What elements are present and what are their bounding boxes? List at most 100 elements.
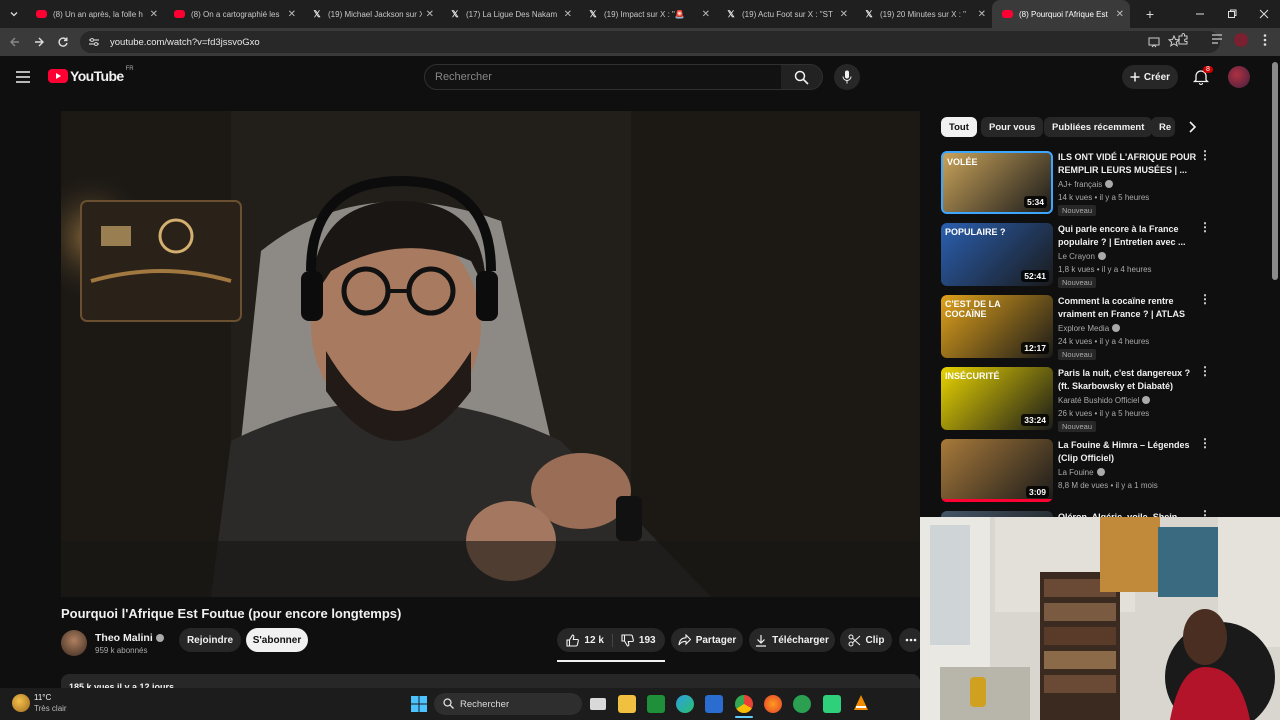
tab-close-icon[interactable]: ✕ — [150, 9, 158, 20]
related-video-channel[interactable]: Karaté Bushido Officiel — [1058, 396, 1151, 405]
tab-search-button[interactable] — [2, 2, 26, 26]
tab-close-icon[interactable]: ✕ — [564, 9, 572, 20]
file-explorer-icon[interactable] — [618, 695, 636, 713]
search-input[interactable]: Rechercher — [424, 64, 782, 90]
search-icon — [443, 698, 454, 709]
tab-close-icon[interactable]: ✕ — [978, 9, 986, 20]
streaming-app-icon[interactable] — [793, 695, 811, 713]
tab-close-icon[interactable]: ✕ — [288, 9, 296, 20]
browser-menu-icon[interactable] — [1262, 33, 1268, 52]
channel-name[interactable]: Theo Malini — [95, 632, 164, 644]
video-player[interactable] — [61, 111, 920, 597]
chip-partial[interactable]: Re — [1151, 117, 1175, 137]
video-thumbnail[interactable]: VOLÉE 5:34 — [941, 151, 1053, 214]
back-button[interactable] — [3, 30, 27, 54]
extensions-icon[interactable] — [1176, 32, 1190, 51]
related-video-title[interactable]: ILS ONT VIDÉ L'AFRIQUE POUR REMPLIR LEUR… — [1058, 151, 1198, 177]
weather-icon[interactable] — [12, 694, 30, 712]
new-badge: Nouveau — [1058, 277, 1097, 288]
country-code: FR — [125, 66, 134, 72]
subscribe-button[interactable]: S'abonner — [246, 628, 308, 652]
browser-tab[interactable]: 𝕏 (19) 20 Minutes sur X : " ✕ — [854, 0, 992, 28]
related-video-meta: 1,8 k vues • il y a 4 heures — [1058, 265, 1152, 274]
browser-tab[interactable]: 𝕏 (19) Michael Jackson sur X ✕ — [302, 0, 440, 28]
notifications-button[interactable]: 8 — [1192, 66, 1213, 90]
related-video-item[interactable]: INSÉCURITÉ 33:24 Paris la nuit, c'est dang… — [941, 365, 1216, 433]
chips-next-button[interactable] — [1185, 120, 1199, 139]
related-video-title[interactable]: Paris la nuit, c'est dangereux ? (ft. Sk… — [1058, 367, 1198, 393]
tab-close-icon[interactable]: ✕ — [702, 9, 710, 20]
forward-button[interactable] — [27, 30, 51, 54]
firefox-icon[interactable] — [764, 695, 782, 713]
reading-list-icon[interactable] — [1210, 32, 1224, 51]
browser-tab[interactable]: (8) Un an après, la folle h ✕ — [26, 0, 164, 28]
guide-menu-icon[interactable] — [16, 70, 30, 88]
related-video-item[interactable]: C'EST DE LA COCAÏNE 12:17 Comment la cocaï… — [941, 293, 1216, 361]
chip-all[interactable]: Tout — [941, 117, 977, 137]
channel-avatar[interactable] — [61, 630, 87, 656]
restore-button[interactable] — [1216, 2, 1248, 26]
more-vertical-icon[interactable]: ⋮ — [1199, 437, 1211, 449]
dislike-button[interactable]: 193 — [613, 633, 656, 647]
download-button[interactable]: Télécharger — [749, 628, 835, 652]
related-video-item[interactable]: VOLÉE 5:34 ILS ONT VIDÉ L'AFRIQUE POUR REM… — [941, 149, 1216, 217]
join-button[interactable]: Rejoindre — [179, 628, 241, 652]
logo-text: YouTube — [70, 68, 124, 84]
vlc-icon[interactable] — [852, 694, 870, 717]
android-app-icon[interactable] — [823, 695, 841, 713]
related-video-title[interactable]: Comment la cocaïne rentre vraiment en Fr… — [1058, 295, 1198, 321]
search-button[interactable] — [781, 64, 823, 90]
account-avatar[interactable] — [1228, 66, 1250, 88]
create-button[interactable]: Créer — [1122, 65, 1178, 89]
like-button[interactable]: 12 k — [566, 633, 613, 647]
related-video-channel[interactable]: La Fouine — [1058, 468, 1105, 477]
video-thumbnail[interactable]: C'EST DE LA COCAÏNE 12:17 — [941, 295, 1053, 358]
browser-tab[interactable]: 𝕏 (17) La Ligue Des Nakam ✕ — [440, 0, 578, 28]
browser-tab[interactable]: (8) Pourquoi l'Afrique Est ✕ — [992, 0, 1130, 28]
more-vertical-icon[interactable]: ⋮ — [1199, 221, 1211, 233]
start-button[interactable] — [411, 696, 427, 717]
x-icon: 𝕏 — [451, 8, 459, 19]
clip-button[interactable]: Clip — [840, 628, 892, 652]
more-vertical-icon[interactable]: ⋮ — [1199, 293, 1211, 305]
task-view-icon[interactable] — [590, 698, 606, 710]
chip-for-you[interactable]: Pour vous — [981, 117, 1044, 137]
video-thumbnail[interactable]: POPULAIRE ? 52:41 — [941, 223, 1053, 286]
related-video-title[interactable]: Qui parle encore à la France populaire ?… — [1058, 223, 1198, 249]
browser-tab[interactable]: (8) On a cartographié les ✕ — [164, 0, 302, 28]
voice-search-button[interactable] — [834, 64, 860, 90]
share-button[interactable]: Partager — [671, 628, 743, 652]
chip-recently-uploaded[interactable]: Publiées récemment — [1044, 117, 1153, 137]
new-badge: Nouveau — [1058, 421, 1097, 432]
related-video-channel[interactable]: Explore Media — [1058, 324, 1121, 333]
related-video-title[interactable]: La Fouine & Himra – Légendes (Clip Offic… — [1058, 439, 1198, 465]
video-thumbnail[interactable]: INSÉCURITÉ 33:24 — [941, 367, 1053, 430]
page-scrollbar-thumb[interactable] — [1272, 62, 1278, 280]
store-icon[interactable] — [705, 695, 723, 713]
close-window-button[interactable] — [1248, 2, 1280, 26]
profile-avatar[interactable] — [1234, 33, 1248, 47]
related-video-item[interactable]: 3:09 La Fouine & Himra – Légendes (Clip O… — [941, 437, 1216, 505]
more-vertical-icon[interactable]: ⋮ — [1199, 149, 1211, 161]
edge-icon[interactable] — [676, 695, 694, 713]
minimize-button[interactable] — [1184, 2, 1216, 26]
tab-close-icon[interactable]: ✕ — [1116, 9, 1124, 20]
browser-tab[interactable]: 𝕏 (19) Impact sur X : "🚨 ✕ — [578, 0, 716, 28]
related-video-channel[interactable]: AJ+ français — [1058, 180, 1114, 189]
youtube-logo[interactable]: YouTube FR — [48, 66, 134, 84]
tab-close-icon[interactable]: ✕ — [840, 9, 848, 20]
new-tab-button[interactable]: + — [1138, 2, 1162, 26]
related-video-channel[interactable]: Le Crayon — [1058, 252, 1106, 261]
related-video-item[interactable]: POPULAIRE ? 52:41 Qui parle encore à la Fr… — [941, 221, 1216, 289]
more-vertical-icon[interactable]: ⋮ — [1199, 365, 1211, 377]
address-bar[interactable]: youtube.com/watch?v=fd3jssvoGxo — [80, 31, 1220, 53]
xbox-icon[interactable] — [647, 695, 665, 713]
taskbar-search[interactable]: Rechercher — [434, 693, 582, 715]
cast-icon[interactable] — [1148, 36, 1160, 51]
site-info-icon[interactable] — [88, 37, 100, 47]
reload-button[interactable] — [51, 30, 75, 54]
browser-tab[interactable]: 𝕏 (19) Actu Foot sur X : "ST ✕ — [716, 0, 854, 28]
video-thumbnail[interactable]: 3:09 — [941, 439, 1053, 502]
chrome-icon[interactable] — [735, 695, 753, 713]
tab-close-icon[interactable]: ✕ — [426, 9, 434, 20]
